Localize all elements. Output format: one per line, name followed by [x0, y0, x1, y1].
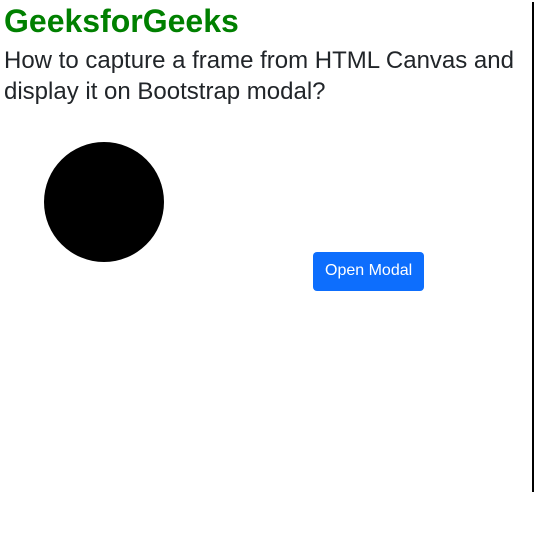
canvas-circle	[44, 142, 164, 262]
open-modal-button[interactable]: Open Modal	[313, 252, 424, 291]
page-root: GeeksforGeeks How to capture a frame fro…	[0, 2, 534, 302]
page-subtitle: How to capture a frame from HTML Canvas …	[4, 46, 530, 107]
canvas-area: Open Modal	[4, 142, 530, 302]
page-title: GeeksforGeeks	[4, 2, 530, 40]
